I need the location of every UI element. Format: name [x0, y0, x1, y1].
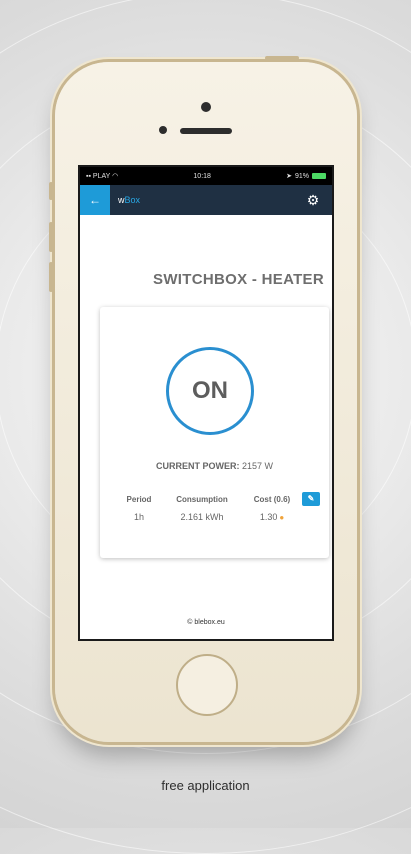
- phone-screen: ▪▪ PLAY ◠ 10:18 ➤ 91% ← wBox ⚙ SWITCHBOX…: [78, 165, 334, 641]
- signal-icon: ▪▪: [86, 173, 91, 180]
- volume-up-button: [49, 222, 53, 252]
- footer-link[interactable]: © blebox.eu: [80, 619, 332, 626]
- consumption-header: Consumption: [176, 494, 228, 504]
- stats-value-row: 1h 2.161 kWh 1.30 ●: [116, 512, 321, 522]
- location-icon: ➤: [286, 173, 292, 180]
- cost-header: Cost (0.6): [253, 494, 291, 504]
- front-sensor: [201, 102, 211, 112]
- volume-down-button: [49, 262, 53, 292]
- status-bar: ▪▪ PLAY ◠ 10:18 ➤ 91%: [80, 167, 332, 185]
- battery-percent: 91%: [294, 172, 309, 180]
- status-right: ➤ 91%: [286, 172, 326, 180]
- stats-header-row: Period Consumption Cost (0.6) ✎: [116, 492, 321, 506]
- device-card: ON CURRENT POWER: 2157 W Period Consumpt…: [100, 307, 329, 558]
- period-header: Period: [126, 494, 152, 504]
- settings-button[interactable]: ⚙: [304, 191, 322, 209]
- app-title: wBox: [118, 195, 141, 205]
- cost-value: 1.30 ●: [259, 512, 285, 522]
- home-button: [176, 654, 238, 716]
- caption: free application: [161, 778, 250, 793]
- battery-icon: [311, 173, 326, 179]
- arrow-left-icon: ←: [89, 193, 101, 207]
- coins-icon: ●: [279, 513, 285, 522]
- edit-cost-button[interactable]: ✎: [302, 492, 320, 506]
- stats-table: Period Consumption Cost (0.6) ✎ 1h 2.161…: [116, 492, 321, 528]
- current-power: CURRENT POWER: 2157 W: [100, 461, 329, 471]
- device-title: SWITCHBOX - HEATER: [153, 271, 324, 288]
- power-toggle-button[interactable]: ON: [166, 347, 254, 435]
- back-button[interactable]: ←: [80, 185, 110, 215]
- pencil-icon: ✎: [307, 494, 315, 503]
- current-power-value: 2157 W: [241, 461, 274, 471]
- gear-icon: ⚙: [306, 192, 320, 208]
- mute-switch: [49, 182, 53, 200]
- phone-frame: ▪▪ PLAY ◠ 10:18 ➤ 91% ← wBox ⚙ SWITCHBOX…: [49, 56, 357, 742]
- front-camera: [159, 126, 167, 134]
- consumption-value: 2.161 kWh: [180, 512, 224, 522]
- current-power-label: CURRENT POWER:: [155, 461, 240, 471]
- earpiece: [180, 128, 232, 134]
- app-bar: ← wBox ⚙: [80, 185, 332, 215]
- period-value: 1h: [133, 512, 144, 522]
- power-button: [265, 56, 299, 60]
- wifi-icon: ◠: [112, 173, 119, 180]
- carrier-label: ▪▪ PLAY ◠: [86, 173, 119, 180]
- clock: 10:18: [193, 172, 211, 180]
